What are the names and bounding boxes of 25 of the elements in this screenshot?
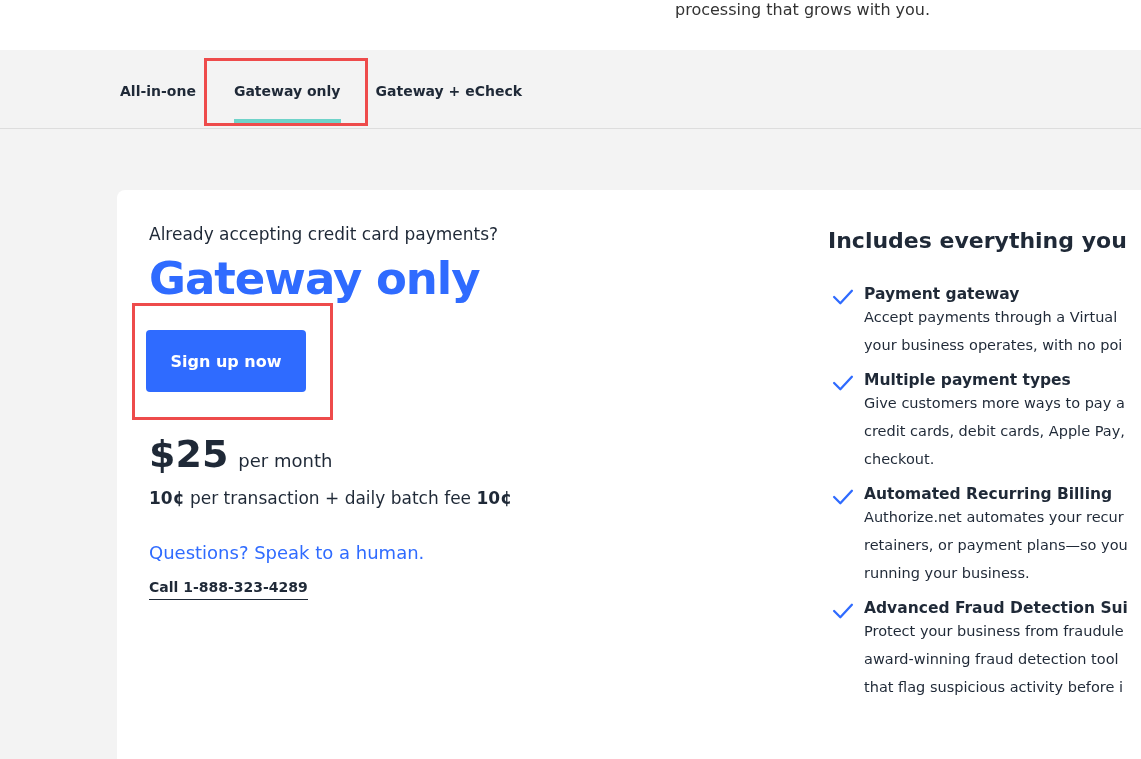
plan-tab[interactable]: All-in-one <box>120 63 196 123</box>
price-amount: $25 <box>149 432 229 476</box>
plan-intro: Already accepting credit card payments? <box>149 224 499 244</box>
check-icon <box>832 289 854 305</box>
feature-description: Authorize.net automates your recur retainers, or payment plans—so you running your business. <box>864 508 1128 583</box>
check-icon <box>832 489 854 505</box>
feature-title: Advanced Fraud Detection Sui <box>864 599 1128 617</box>
plan-title: Gateway only <box>149 252 480 305</box>
feature-title: Multiple payment types <box>864 371 1071 389</box>
fee-text: 10¢ per transaction + daily batch fee 10¢ <box>149 488 512 508</box>
feature-title: Payment gateway <box>864 285 1020 303</box>
phone-link[interactable]: Call 1-888-323-4289 <box>149 579 308 600</box>
feature-description: Give customers more ways to pay a credit cards, debit cards, Apple Pay, checkout. <box>864 394 1125 469</box>
price-unit: per month <box>238 450 333 471</box>
feature-description: Protect your business from fraudule award-winning fraud detection tool that flag suspicious activity before i <box>864 622 1124 697</box>
features-heading: Includes everything you <box>828 228 1128 253</box>
questions-link[interactable]: Questions? Speak to a human. <box>149 542 425 563</box>
hero-tagline: processing that grows with you. <box>675 0 931 19</box>
feature-title: Automated Recurring Billing <box>864 485 1113 503</box>
plan-tab[interactable]: Gateway + eCheck <box>375 63 523 123</box>
check-icon <box>832 603 854 619</box>
plan-tab[interactable]: Gateway only <box>233 63 341 123</box>
check-icon <box>832 375 854 391</box>
feature-description: Accept payments through a Virtual your business operates, with no poi <box>864 308 1123 355</box>
sign-up-button[interactable]: Sign up now <box>146 330 306 392</box>
